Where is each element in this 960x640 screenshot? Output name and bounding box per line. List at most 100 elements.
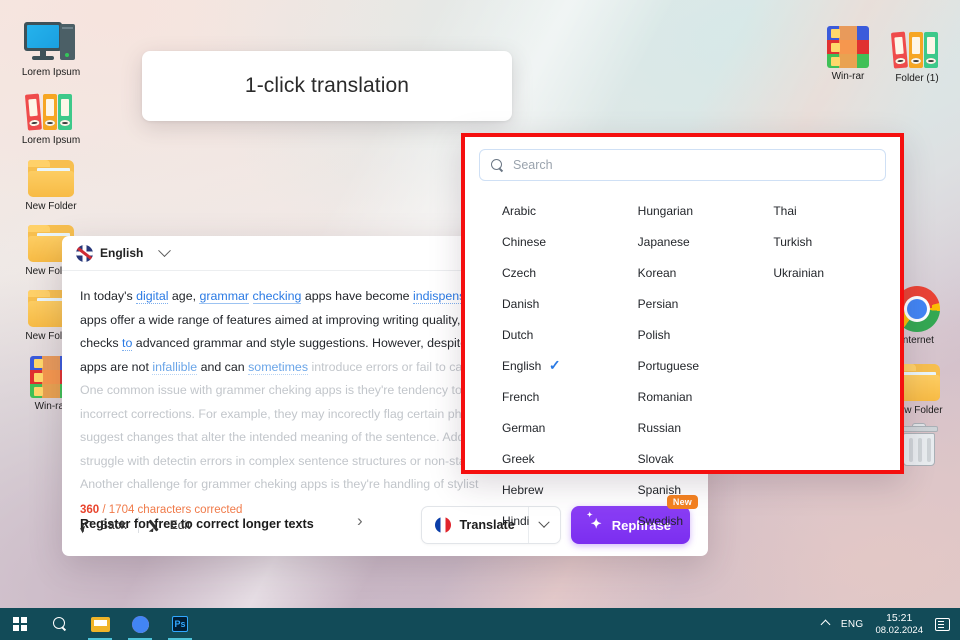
language-label: Portuguese — [637, 358, 700, 373]
language-option-slovak[interactable]: Slovak — [615, 443, 751, 474]
language-option-russian[interactable]: Russian — [615, 412, 751, 443]
desktop-icon-folder-1[interactable]: Folder (1) — [874, 20, 960, 85]
chrome-icon — [131, 615, 149, 633]
desktop-icon-label: New Folder — [25, 201, 77, 212]
language-option-persian[interactable]: Persian — [615, 288, 751, 319]
language-label: Greek — [502, 451, 535, 466]
language-option-swedish[interactable]: Swedish — [615, 505, 751, 536]
language-option-arabic[interactable]: Arabic — [479, 195, 615, 226]
chevron-down-icon[interactable] — [158, 243, 172, 257]
search-input[interactable] — [513, 158, 874, 172]
language-label: English — [502, 358, 542, 373]
language-label: Czech — [502, 265, 537, 280]
taskbar-search-button[interactable] — [40, 608, 80, 640]
check-icon: ✓ — [548, 357, 561, 373]
language-dropdown-panel: Arabic Chinese Czech Danish Dutch English ✓ Fre… — [461, 133, 904, 528]
language-search-box[interactable] — [479, 149, 886, 181]
language-option-polish[interactable]: Polish — [615, 319, 751, 350]
language-option-romanian[interactable]: Romanian — [615, 381, 751, 412]
language-label: Russian — [637, 420, 682, 435]
language-option-korean[interactable]: Korean — [615, 257, 751, 288]
language-option-danish[interactable]: Danish — [479, 288, 615, 319]
language-grid: Arabic Chinese Czech Danish Dutch English ✓ Fre… — [465, 195, 900, 536]
language-label: French — [502, 389, 540, 404]
language-label: Thai — [773, 203, 797, 218]
computer-icon — [8, 14, 94, 64]
language-option-german[interactable]: German — [479, 412, 615, 443]
windows-taskbar: Ps ENG 15:21 08.02.2024 — [0, 608, 960, 640]
clock-time: 15:21 — [886, 611, 913, 624]
language-option-japanese[interactable]: Japanese — [615, 226, 751, 257]
desktop-icon-computer[interactable]: Lorem Ipsum — [8, 14, 94, 79]
language-option-french[interactable]: French — [479, 381, 615, 412]
show-hidden-icons-chevron-icon[interactable] — [820, 619, 831, 629]
language-label: Hebrew — [502, 482, 544, 497]
file-explorer-button[interactable] — [80, 608, 120, 640]
search-icon — [53, 617, 67, 631]
france-flag-icon — [435, 517, 452, 533]
language-option-turkish[interactable]: Turkish — [750, 226, 886, 257]
language-label: Hindi — [502, 513, 530, 528]
notifications-icon[interactable] — [935, 617, 950, 631]
language-option-thai[interactable]: Thai — [750, 195, 886, 226]
language-label: Polish — [637, 327, 671, 342]
language-label: Japanese — [637, 234, 690, 249]
language-label: Swedish — [637, 513, 684, 528]
desktop-icon-label: Lorem Ipsum — [21, 135, 81, 146]
language-label: Chinese — [502, 234, 547, 249]
language-label: German — [502, 420, 546, 435]
uk-flag-icon — [76, 244, 93, 262]
desktop-icon-label: Lorem Ipsum — [21, 67, 81, 78]
footer-left-actions: Back Edit — [80, 517, 190, 533]
language-label: Turkish — [773, 234, 813, 249]
desktop: Lorem Ipsum Lorem Ipsum New Folder New F… — [0, 0, 960, 640]
start-button[interactable] — [0, 608, 40, 640]
language-label: Slovak — [637, 451, 674, 466]
desktop-icon-label: Folder (1) — [895, 73, 939, 84]
language-option-ukrainian[interactable]: Ukrainian — [750, 257, 886, 288]
language-option-czech[interactable]: Czech — [479, 257, 615, 288]
folder-icon — [90, 616, 110, 632]
language-label: Korean — [637, 265, 677, 280]
source-language-label: English — [100, 246, 144, 260]
language-label: Ukrainian — [773, 265, 825, 280]
language-option-dutch[interactable]: Dutch — [479, 319, 615, 350]
windows-logo-icon — [13, 617, 27, 631]
desktop-icon-binders[interactable]: Lorem Ipsum — [8, 82, 94, 147]
language-option-hungarian[interactable]: Hungarian — [615, 195, 751, 226]
clock-date: 08.02.2024 — [875, 624, 923, 636]
language-option-chinese[interactable]: Chinese — [479, 226, 615, 257]
tooltip-1-click-translation: 1-click translation — [142, 51, 512, 121]
pencil-icon — [150, 518, 164, 532]
language-label: Romanian — [637, 389, 693, 404]
binders-icon — [874, 20, 960, 70]
clock[interactable]: 15:21 08.02.2024 — [875, 612, 923, 637]
system-tray: ENG 15:21 08.02.2024 — [820, 612, 960, 637]
input-language-indicator[interactable]: ENG — [841, 619, 864, 630]
language-option-hebrew[interactable]: Hebrew — [479, 474, 615, 505]
back-label: Back — [100, 518, 127, 532]
language-label: Dutch — [502, 327, 534, 342]
language-option-portuguese[interactable]: Portuguese — [615, 350, 751, 381]
language-label: Arabic — [502, 203, 537, 218]
binders-icon — [8, 82, 94, 132]
search-icon — [491, 158, 504, 172]
edit-label: Edit — [169, 518, 191, 532]
language-option-english[interactable]: English ✓ — [479, 350, 615, 381]
language-label: Danish — [502, 296, 540, 311]
language-option-hindi[interactable]: Hindi — [479, 505, 615, 536]
language-option-spanish[interactable]: Spanish — [615, 474, 751, 505]
language-label: Spanish — [637, 482, 682, 497]
undo-arrow-icon — [80, 519, 94, 531]
desktop-icon-new-folder-1[interactable]: New Folder — [8, 148, 94, 213]
language-label: Hungarian — [637, 203, 694, 218]
photoshop-taskbar-button[interactable]: Ps — [160, 608, 200, 640]
folder-icon — [8, 148, 94, 198]
edit-button[interactable]: Edit — [150, 518, 191, 532]
photoshop-icon: Ps — [172, 616, 188, 632]
chrome-taskbar-button[interactable] — [120, 608, 160, 640]
language-option-greek[interactable]: Greek — [479, 443, 615, 474]
back-button[interactable]: Back — [80, 518, 127, 532]
language-label: Persian — [637, 296, 679, 311]
tooltip-text: 1-click translation — [244, 74, 410, 97]
